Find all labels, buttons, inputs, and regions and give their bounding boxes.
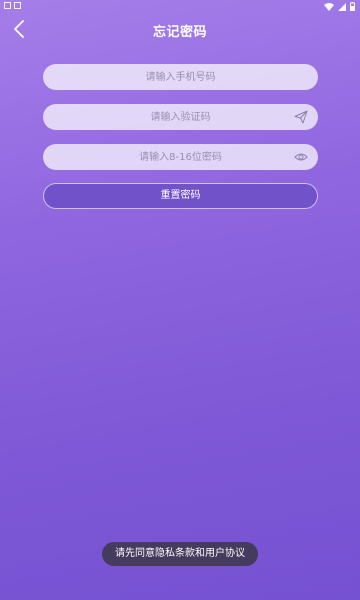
- signal-icon: [338, 2, 346, 11]
- send-icon[interactable]: [294, 110, 308, 124]
- notification-icon-2: [14, 2, 21, 9]
- page-title: 忘记密码: [152, 25, 207, 40]
- code-input[interactable]: [43, 104, 318, 130]
- phone-input[interactable]: [43, 64, 318, 90]
- status-notifications: [4, 2, 21, 9]
- notification-icon: [4, 2, 11, 9]
- code-field[interactable]: [43, 104, 318, 130]
- wifi-icon: [324, 2, 334, 11]
- phone-field[interactable]: [43, 64, 318, 90]
- password-input[interactable]: [43, 144, 318, 170]
- battery-icon: [350, 2, 355, 11]
- toast-message: 请先同意隐私条款和用户协议: [102, 542, 258, 566]
- eye-icon[interactable]: [294, 150, 308, 164]
- forgot-password-screen: 忘记密码 重置密码 请先同意隐私条款和用户协议: [0, 0, 360, 600]
- status-indicators: [324, 2, 355, 11]
- status-bar: [0, 0, 360, 14]
- reset-password-button[interactable]: 重置密码: [43, 183, 318, 209]
- password-field[interactable]: [43, 144, 318, 170]
- header: 忘记密码: [0, 14, 360, 44]
